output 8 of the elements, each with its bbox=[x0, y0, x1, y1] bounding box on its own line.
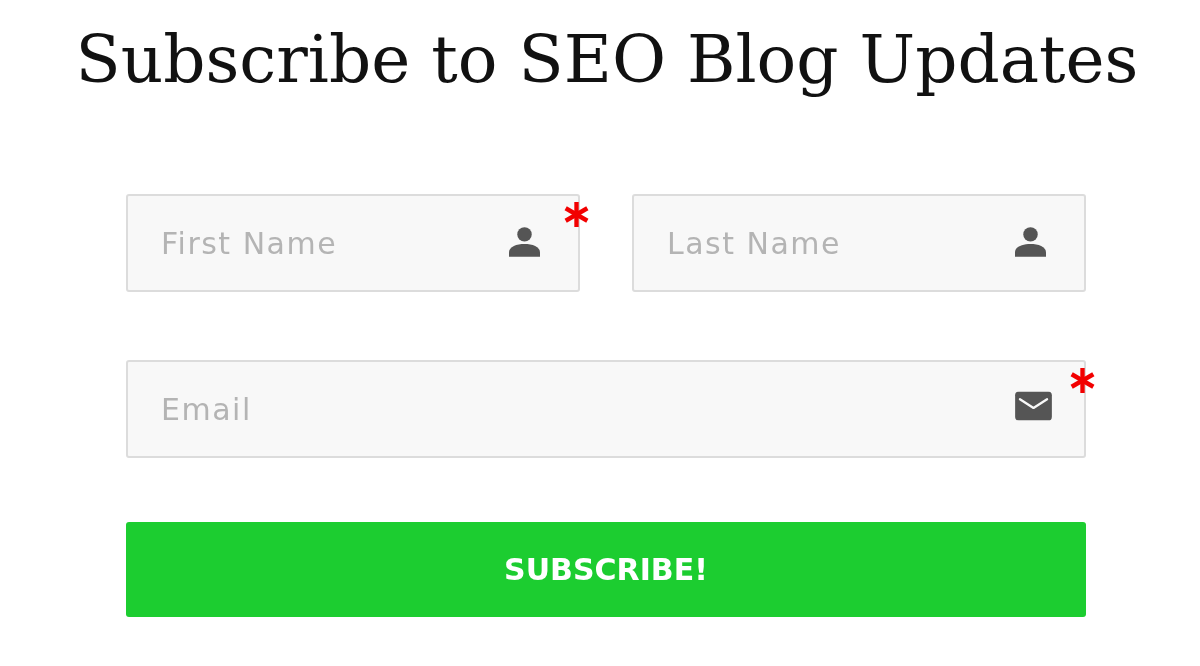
envelope-icon bbox=[1015, 391, 1052, 421]
person-icon bbox=[1015, 227, 1046, 257]
form-title: Subscribe to SEO Blog Updates bbox=[75, 20, 1139, 100]
email-field[interactable]: Email bbox=[126, 360, 1086, 458]
person-icon bbox=[509, 227, 540, 257]
text-field[interactable]: First Name bbox=[126, 194, 580, 292]
text-field[interactable]: Last Name bbox=[632, 194, 1086, 292]
subscribe-button[interactable]: SUBSCRIBE! bbox=[126, 522, 1086, 617]
